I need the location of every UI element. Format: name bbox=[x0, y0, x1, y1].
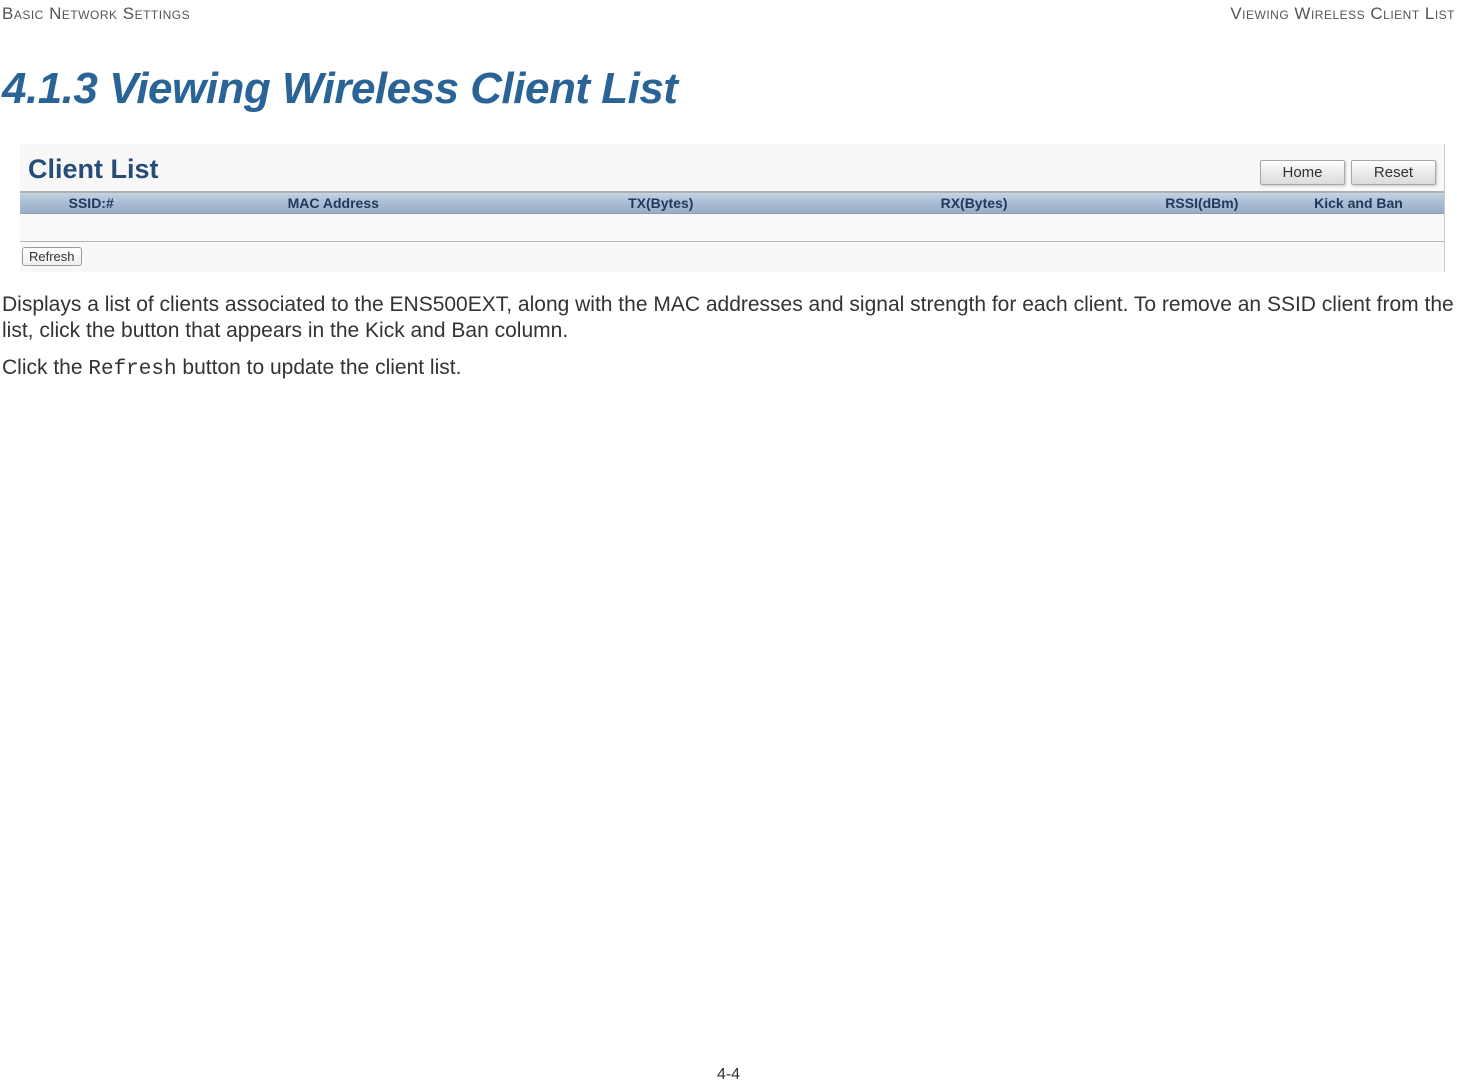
column-tx-bytes: TX(Bytes) bbox=[504, 193, 817, 213]
page-number: 4-4 bbox=[0, 1066, 1457, 1084]
column-mac-address: MAC Address bbox=[162, 193, 504, 213]
home-button[interactable]: Home bbox=[1260, 160, 1345, 185]
column-rx-bytes: RX(Bytes) bbox=[817, 193, 1130, 213]
table-body-empty bbox=[20, 214, 1444, 242]
table-column-headers: SSID:# MAC Address TX(Bytes) RX(Bytes) R… bbox=[20, 193, 1444, 214]
panel-title: Client List bbox=[28, 154, 159, 185]
column-rssi: RSSI(dBm) bbox=[1131, 193, 1273, 213]
refresh-code: Refresh bbox=[88, 358, 176, 381]
description-p2: Click the Refresh button to update the c… bbox=[2, 355, 1455, 383]
refresh-row: Refresh bbox=[20, 242, 1444, 272]
section-title-text: Viewing Wireless Client List bbox=[109, 64, 677, 113]
header-right: Viewing Wireless Client List bbox=[1230, 4, 1455, 24]
description-p1: Displays a list of clients associated to… bbox=[2, 292, 1455, 345]
section-number: 4.1.3 bbox=[2, 64, 97, 113]
refresh-button[interactable]: Refresh bbox=[22, 247, 82, 266]
reset-button[interactable]: Reset bbox=[1351, 160, 1436, 185]
p2-pre: Click the bbox=[2, 356, 88, 379]
column-kick-ban: Kick and Ban bbox=[1273, 193, 1444, 213]
description-text: Displays a list of clients associated to… bbox=[2, 292, 1455, 383]
p2-post: button to update the client list. bbox=[177, 356, 462, 379]
section-heading: 4.1.3 Viewing Wireless Client List bbox=[2, 64, 1457, 114]
panel-header-row: Client List Home Reset bbox=[20, 144, 1444, 193]
page-running-header: Basic Network Settings Viewing Wireless … bbox=[0, 0, 1457, 24]
header-left: Basic Network Settings bbox=[2, 4, 190, 24]
panel-button-group: Home Reset bbox=[1260, 160, 1436, 185]
column-ssid: SSID:# bbox=[20, 193, 162, 213]
client-list-screenshot: Client List Home Reset SSID:# MAC Addres… bbox=[20, 144, 1445, 272]
